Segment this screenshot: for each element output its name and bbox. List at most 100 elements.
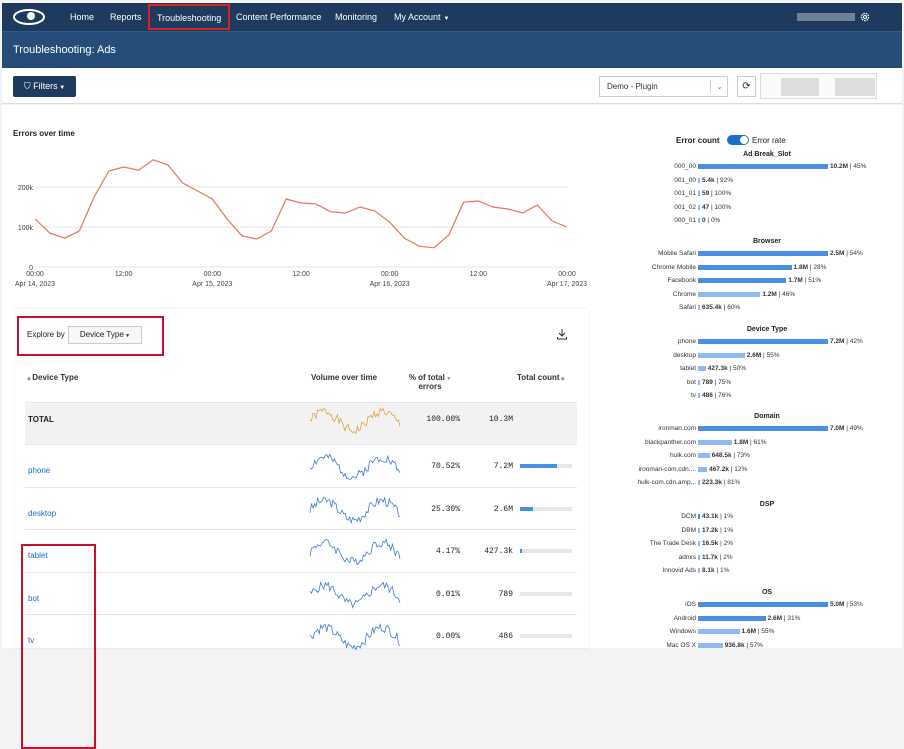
row-share-bar-fill	[520, 549, 523, 553]
row-name-link[interactable]: phone	[28, 466, 50, 475]
redacted-block	[781, 78, 819, 96]
breakdown-bar	[698, 191, 700, 196]
breakdown-row[interactable]: hulk-com.cdn.amp... 223.3k | 81%	[602, 478, 902, 487]
breakdown-pct: 28%	[813, 263, 827, 271]
error-metric-toggle[interactable]	[727, 135, 749, 145]
nav-my-account[interactable]: My Account ▼	[394, 3, 449, 31]
breakdown-count: 7.2M	[830, 338, 845, 345]
filters-button[interactable]: ⛉ Filters ▼	[13, 76, 76, 97]
breakdown-row[interactable]: ironman.com 7.0M | 49%	[602, 424, 902, 433]
breakdown-row[interactable]: 000_00 10.2M | 45%	[602, 162, 902, 171]
sparkline-path	[309, 581, 401, 609]
nav-home[interactable]: Home	[70, 3, 94, 31]
breakdown-row[interactable]: Mac OS X 936.8k | 57%	[602, 641, 902, 650]
breakdown-pct: 51%	[808, 277, 822, 284]
breakdown-bar	[698, 615, 766, 621]
x-tick-time: 00:00	[26, 271, 44, 278]
breakdown-row[interactable]: The Trade Desk 16.5k | 2%	[602, 539, 902, 548]
breakdown-row[interactable]: Android 2.6M | 31%	[602, 614, 902, 623]
breakdown-panel: Error count Error rate Ad Break_Slot 000_…	[602, 105, 902, 650]
eye-logo-icon[interactable]	[12, 8, 46, 26]
redacted-username	[797, 13, 855, 21]
breakdown-value: 467.2k | 12%	[709, 465, 748, 473]
nav-monitoring[interactable]: Monitoring	[335, 3, 377, 31]
breakdown-label: Mobile Safari	[658, 250, 696, 257]
nav-troubleshooting[interactable]: Troubleshooting	[148, 4, 231, 30]
breakdown-row[interactable]: phone 7.2M | 42%	[602, 337, 902, 346]
row-share-bar-fill	[520, 464, 557, 468]
breakdown-value: 11.7k | 2%	[702, 553, 733, 561]
col-header-total-count[interactable]: Total count ◆	[517, 373, 565, 382]
breakdown-pct: 2%	[723, 553, 733, 561]
breakdown-row[interactable]: Windows 1.6M | 55%	[602, 627, 902, 636]
breakdown-row[interactable]: DCM 43.1k | 1%	[602, 512, 902, 521]
breakdown-row[interactable]: Facebook 1.7M | 51%	[602, 276, 902, 285]
row-pct: 25.30%	[431, 505, 460, 514]
breakdown-label: DCM	[681, 513, 696, 520]
sparkline-path	[309, 453, 401, 481]
breakdown-pct: 73%	[736, 452, 750, 459]
breakdown-row[interactable]: tablet 427.3k | 50%	[602, 364, 902, 373]
breakdown-count: 789	[702, 378, 713, 386]
breakdown-row[interactable]: Mobile Safari 2.5M | 54%	[602, 249, 902, 258]
refresh-button[interactable]: ⟳	[737, 76, 756, 97]
breakdown-count: 5.4k	[702, 176, 715, 184]
explore-dimension-select[interactable]: Device Type ▼	[68, 326, 142, 344]
breakdown-row[interactable]: Safari 635.4k | 60%	[602, 303, 902, 312]
gear-icon[interactable]	[859, 11, 871, 23]
nav-content-performance[interactable]: Content Performance	[236, 3, 322, 31]
breakdown-pct: 49%	[849, 425, 863, 432]
breakdown-count: 2.5M	[830, 250, 845, 257]
breakdown-value: 2.6M | 31%	[767, 614, 801, 622]
breakdown-row[interactable]: ironman-com.cdn.... 467.2k | 12%	[602, 465, 902, 474]
breakdown-label: 000_01	[674, 217, 696, 224]
breakdown-row[interactable]: Chrome Mobile 1.8M | 28%	[602, 263, 902, 272]
breakdown-row[interactable]: Innovid Ads 8.1k | 1%	[602, 566, 902, 575]
breakdown-pct: 55%	[766, 351, 780, 359]
breakdown-row[interactable]: 001_01 59 | 100%	[602, 189, 902, 198]
col-header-device-type[interactable]: ◆ Device Type	[27, 373, 78, 382]
breakdown-row[interactable]: Chrome 1.2M | 46%	[602, 290, 902, 299]
nav-reports[interactable]: Reports	[110, 3, 142, 31]
breakdown-bar	[698, 480, 700, 485]
breakdown-pct: 31%	[787, 614, 801, 622]
breakdown-section-title: Browser	[752, 238, 781, 245]
breakdown-count: 1.2M	[762, 290, 777, 298]
breakdown-value: 486 | 76%	[702, 392, 732, 399]
chart-title: Errors over time	[13, 129, 75, 138]
breakdown-row[interactable]: desktop 2.6M | 55%	[602, 351, 902, 360]
breakdown-value: 7.0M | 49%	[830, 425, 863, 432]
breakdown-row[interactable]: DBM 17.2k | 1%	[602, 526, 902, 535]
source-select[interactable]: Demo - Plugin ⌄	[599, 76, 728, 97]
x-tick-date: Apr 16, 2023	[370, 281, 410, 288]
row-count: 789	[498, 590, 513, 599]
breakdown-value: 43.1k | 1%	[702, 513, 733, 520]
row-name-link[interactable]: desktop	[28, 509, 56, 518]
col-header-pct-errors[interactable]: % of total ▼ errors	[398, 373, 462, 391]
breakdown-pct: 1%	[723, 513, 733, 520]
top-nav: Home Reports Troubleshooting Content Per…	[2, 3, 902, 31]
breakdown-count: 635.4k	[702, 304, 722, 311]
breakdown-label: The Trade Desk	[649, 540, 696, 547]
breakdown-row[interactable]: blackpanther.com 1.8M | 61%	[602, 438, 902, 447]
row-count: 7.2M	[493, 462, 513, 471]
breakdown-label: tv	[690, 392, 696, 399]
breakdown-label: Chrome	[672, 290, 696, 298]
table-row: tv 0.00% 486	[25, 614, 577, 656]
breakdown-row[interactable]: 001_00 5.4k | 92%	[602, 176, 902, 185]
breakdown-value: 1.6M | 55%	[741, 628, 775, 635]
breakdown-row[interactable]: hulk.com 648.5k | 73%	[602, 451, 902, 460]
breakdown-row[interactable]: bot 789 | 75%	[602, 378, 902, 387]
table-row: phone 70.52% 7.2M	[25, 444, 577, 486]
breakdown-count: 8.1k	[702, 567, 715, 574]
breakdown-row[interactable]: 000_01 0 | 0%	[602, 216, 902, 225]
breakdown-row[interactable]: tv 486 | 76%	[602, 391, 902, 400]
breakdown-row[interactable]: iOS 5.0M | 53%	[602, 600, 902, 609]
download-icon[interactable]	[556, 328, 568, 340]
breakdown-pct: 55%	[761, 628, 775, 635]
col-header-pct-label-2: errors	[418, 382, 442, 391]
row-sparkline	[309, 496, 401, 525]
breakdown-row[interactable]: 001_02 47 | 100%	[602, 203, 902, 212]
breakdown-row[interactable]: adnxs 11.7k | 2%	[602, 553, 902, 562]
breakdown-label: ironman.com	[658, 425, 696, 432]
